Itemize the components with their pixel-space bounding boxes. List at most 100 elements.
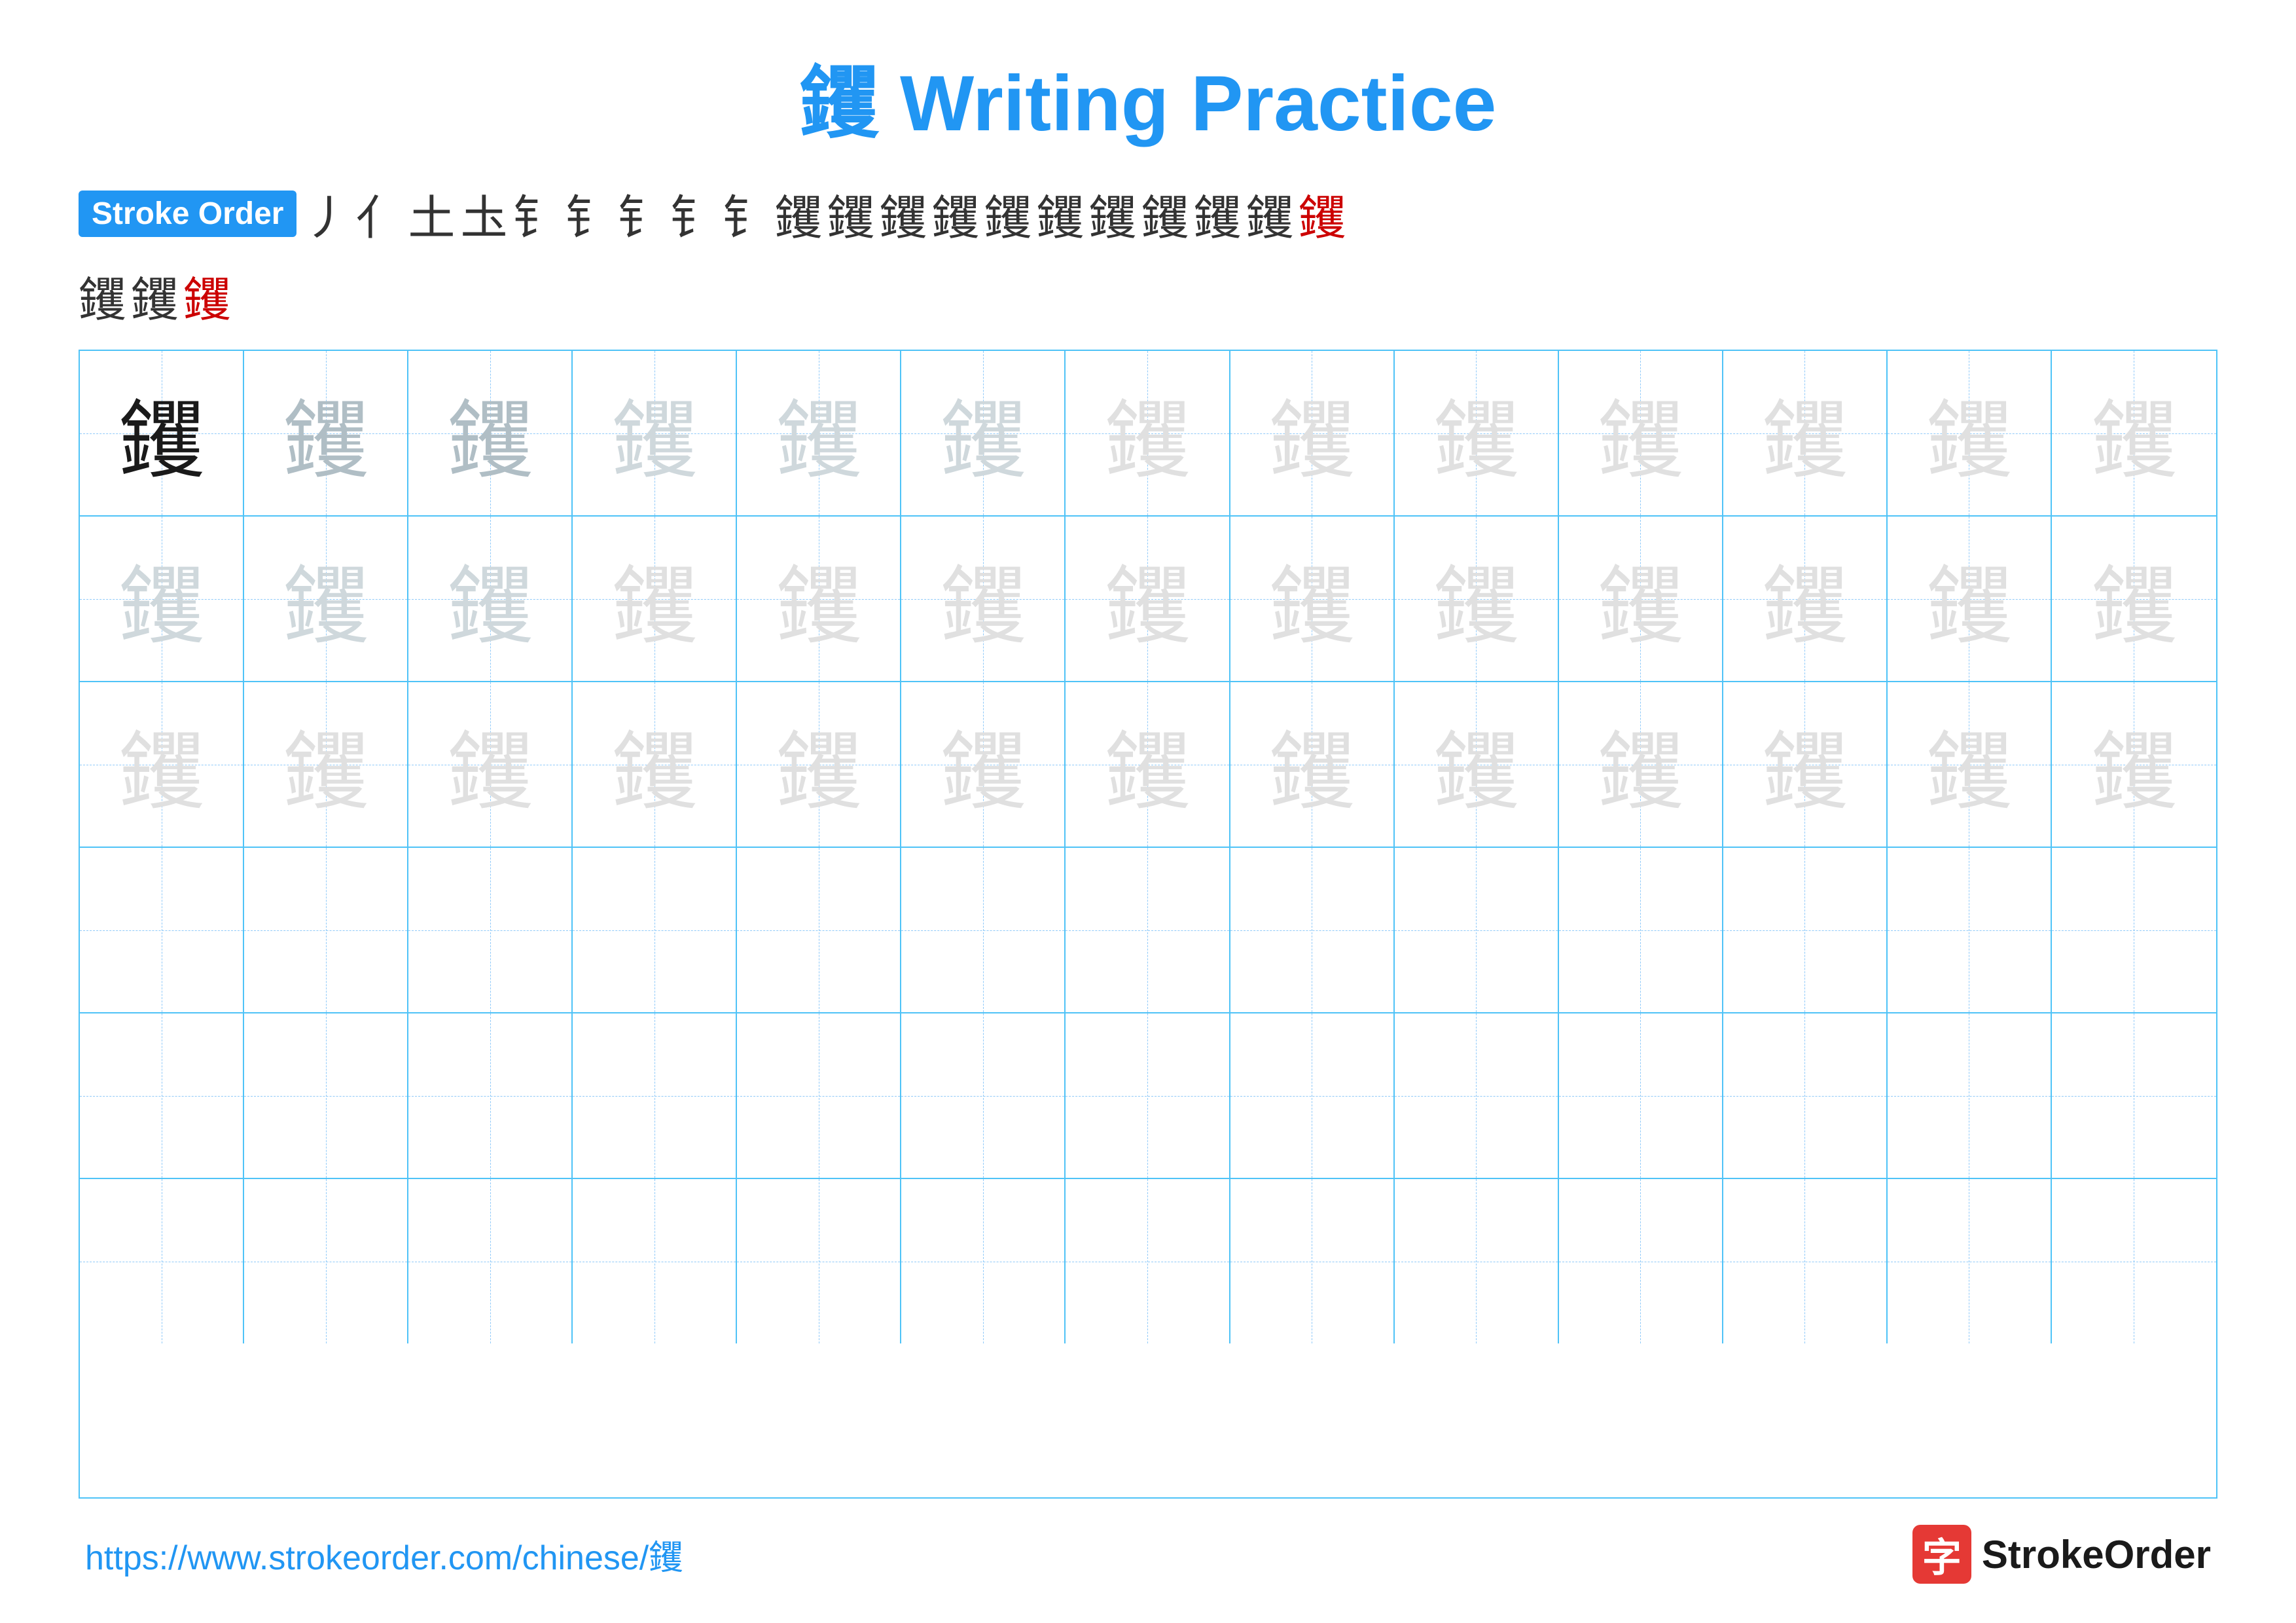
cell-3-11[interactable]: 钁 (1723, 682, 1888, 847)
char-vlight: 钁 (283, 703, 368, 826)
cell-1-10[interactable]: 钁 (1559, 351, 1723, 515)
cell-2-13[interactable]: 钁 (2052, 517, 2216, 681)
cell-1-13[interactable]: 钁 (2052, 351, 2216, 515)
cell-1-4[interactable]: 钁 (573, 351, 737, 515)
cell-4-4[interactable] (573, 848, 737, 1012)
cell-5-10[interactable] (1559, 1013, 1723, 1178)
cell-5-5[interactable] (737, 1013, 901, 1178)
char-vlight: 钁 (2091, 703, 2176, 826)
cell-4-6[interactable] (901, 848, 1066, 1012)
cell-6-12[interactable] (1888, 1179, 2052, 1343)
cell-5-12[interactable] (1888, 1013, 2052, 1178)
cell-3-2[interactable]: 钁 (244, 682, 408, 847)
char-light: 钁 (941, 372, 1026, 495)
cell-1-1[interactable]: 钁 (80, 351, 244, 515)
page-title: 钁 Writing Practice (800, 60, 1497, 147)
char-light: 钁 (776, 372, 861, 495)
stroke-12: 钁 (880, 179, 927, 248)
cell-5-7[interactable] (1066, 1013, 1230, 1178)
stroke-6: 钅 (565, 179, 613, 248)
cell-4-11[interactable] (1723, 848, 1888, 1012)
cell-3-4[interactable]: 钁 (573, 682, 737, 847)
cell-2-3[interactable]: 钁 (408, 517, 573, 681)
cell-4-7[interactable] (1066, 848, 1230, 1012)
cell-6-7[interactable] (1066, 1179, 1230, 1343)
cell-3-5[interactable]: 钁 (737, 682, 901, 847)
cell-4-9[interactable] (1395, 848, 1559, 1012)
cell-5-8[interactable] (1230, 1013, 1395, 1178)
cell-6-3[interactable] (408, 1179, 573, 1343)
cell-2-11[interactable]: 钁 (1723, 517, 1888, 681)
stroke-order-section: Stroke Order 丿 亻 土 圡 钅 钅 钅 钅 钅 钁 钁 钁 钁 钁… (79, 179, 2217, 248)
cell-4-1[interactable] (80, 848, 244, 1012)
cell-3-9[interactable]: 钁 (1395, 682, 1559, 847)
stroke-20-final: 钁 (1299, 179, 1346, 248)
char-vlight: 钁 (776, 538, 861, 661)
footer-url[interactable]: https://www.strokeorder.com/chinese/钁 (85, 1530, 683, 1579)
cell-6-13[interactable] (2052, 1179, 2216, 1343)
cell-6-6[interactable] (901, 1179, 1066, 1343)
cell-4-13[interactable] (2052, 848, 2216, 1012)
cell-4-8[interactable] (1230, 848, 1395, 1012)
cell-5-6[interactable] (901, 1013, 1066, 1178)
cell-1-7[interactable]: 钁 (1066, 351, 1230, 515)
cell-6-8[interactable] (1230, 1179, 1395, 1343)
char-vlight: 钁 (1598, 538, 1683, 661)
cell-1-9[interactable]: 钁 (1395, 351, 1559, 515)
cell-5-11[interactable] (1723, 1013, 1888, 1178)
cell-5-1[interactable] (80, 1013, 244, 1178)
cell-2-7[interactable]: 钁 (1066, 517, 1230, 681)
cell-5-4[interactable] (573, 1013, 737, 1178)
cell-4-5[interactable] (737, 848, 901, 1012)
stroke-8: 钅 (670, 179, 717, 248)
cell-5-2[interactable] (244, 1013, 408, 1178)
cell-3-10[interactable]: 钁 (1559, 682, 1723, 847)
cell-2-1[interactable]: 钁 (80, 517, 244, 681)
cell-6-5[interactable] (737, 1179, 901, 1343)
cell-6-2[interactable] (244, 1179, 408, 1343)
cell-6-1[interactable] (80, 1179, 244, 1343)
cell-1-3[interactable]: 钁 (408, 351, 573, 515)
cell-1-12[interactable]: 钁 (1888, 351, 2052, 515)
cell-3-1[interactable]: 钁 (80, 682, 244, 847)
cell-5-9[interactable] (1395, 1013, 1559, 1178)
cell-3-3[interactable]: 钁 (408, 682, 573, 847)
cell-4-2[interactable] (244, 848, 408, 1012)
cell-1-8[interactable]: 钁 (1230, 351, 1395, 515)
cell-5-3[interactable] (408, 1013, 573, 1178)
cell-1-6[interactable]: 钁 (901, 351, 1066, 515)
char-vlight: 钁 (941, 538, 1026, 661)
brand-logo: 字 StrokeOrder (1912, 1525, 2211, 1584)
cell-3-13[interactable]: 钁 (2052, 682, 2216, 847)
cell-1-2[interactable]: 钁 (244, 351, 408, 515)
char-vlight: 钁 (776, 703, 861, 826)
cell-2-9[interactable]: 钁 (1395, 517, 1559, 681)
stroke-11: 钁 (827, 179, 874, 248)
cell-1-11[interactable]: 钁 (1723, 351, 1888, 515)
cell-2-8[interactable]: 钁 (1230, 517, 1395, 681)
cell-2-6[interactable]: 钁 (901, 517, 1066, 681)
char-vlight: 钁 (448, 703, 533, 826)
char-vlight: 钁 (1105, 538, 1190, 661)
cell-6-10[interactable] (1559, 1179, 1723, 1343)
cell-2-12[interactable]: 钁 (1888, 517, 2052, 681)
grid-row-2: 钁 钁 钁 钁 钁 钁 钁 钁 钁 钁 钁 钁 钁 (80, 517, 2216, 682)
cell-3-12[interactable]: 钁 (1888, 682, 2052, 847)
cell-6-11[interactable] (1723, 1179, 1888, 1343)
cell-4-3[interactable] (408, 848, 573, 1012)
cell-1-5[interactable]: 钁 (737, 351, 901, 515)
cell-2-2[interactable]: 钁 (244, 517, 408, 681)
cell-2-4[interactable]: 钁 (573, 517, 737, 681)
cell-2-10[interactable]: 钁 (1559, 517, 1723, 681)
cell-6-4[interactable] (573, 1179, 737, 1343)
stroke-2: 亻 (355, 179, 403, 248)
cell-3-7[interactable]: 钁 (1066, 682, 1230, 847)
cell-3-6[interactable]: 钁 (901, 682, 1066, 847)
cell-4-10[interactable] (1559, 848, 1723, 1012)
char-vlight: 钁 (1269, 703, 1354, 826)
cell-4-12[interactable] (1888, 848, 2052, 1012)
cell-5-13[interactable] (2052, 1013, 2216, 1178)
cell-2-5[interactable]: 钁 (737, 517, 901, 681)
cell-6-9[interactable] (1395, 1179, 1559, 1343)
cell-3-8[interactable]: 钁 (1230, 682, 1395, 847)
